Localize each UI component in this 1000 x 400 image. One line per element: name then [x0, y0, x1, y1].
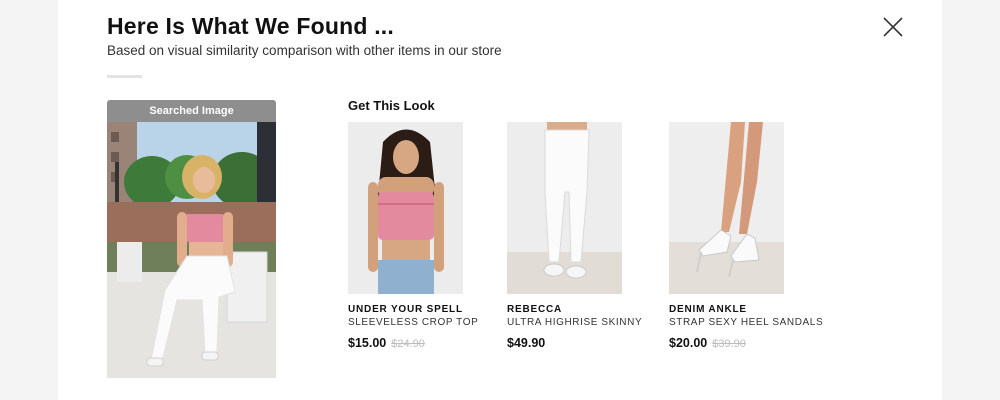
product-card[interactable]: DENIM ANKLE STRAP SEXY HEEL SANDALS $20.…: [669, 122, 829, 350]
searched-image-panel: Searched Image: [107, 100, 276, 378]
product-price: $20.00: [669, 336, 708, 350]
product-price: $15.00: [348, 336, 387, 350]
searched-image-label: Searched Image: [107, 100, 276, 122]
product-image[interactable]: [669, 122, 784, 294]
searched-photo: [107, 122, 276, 378]
product-name[interactable]: REBECCA: [507, 304, 667, 315]
product-old-price: $24.90: [391, 338, 425, 350]
product-name[interactable]: DENIM ANKLE: [669, 304, 829, 315]
title-divider: [107, 75, 142, 78]
page-title: Here Is What We Found ...: [107, 13, 394, 39]
product-image[interactable]: [507, 122, 622, 294]
close-button[interactable]: [878, 12, 908, 42]
product-desc: STRAP SEXY HEEL SANDALS: [669, 317, 824, 328]
product-card[interactable]: UNDER YOUR SPELL SLEEVELESS CROP TOP $15…: [348, 122, 508, 350]
product-name[interactable]: UNDER YOUR SPELL: [348, 304, 508, 315]
price-row: $15.00 $24.90: [348, 336, 508, 350]
price-row: $20.00 $39.90: [669, 336, 829, 350]
product-image[interactable]: [348, 122, 463, 294]
price-row: $49.90: [507, 336, 667, 350]
close-icon: [883, 17, 903, 37]
get-this-look-heading: Get This Look: [348, 98, 435, 113]
product-price: $49.90: [507, 336, 546, 350]
product-card[interactable]: REBECCA ULTRA HIGHRISE SKINNY $49.90: [507, 122, 667, 350]
page-subtitle: Based on visual similarity comparison wi…: [107, 43, 502, 58]
product-desc: SLEEVELESS CROP TOP: [348, 317, 479, 328]
product-desc: ULTRA HIGHRISE SKINNY: [507, 317, 643, 328]
product-old-price: $39.90: [712, 338, 746, 350]
